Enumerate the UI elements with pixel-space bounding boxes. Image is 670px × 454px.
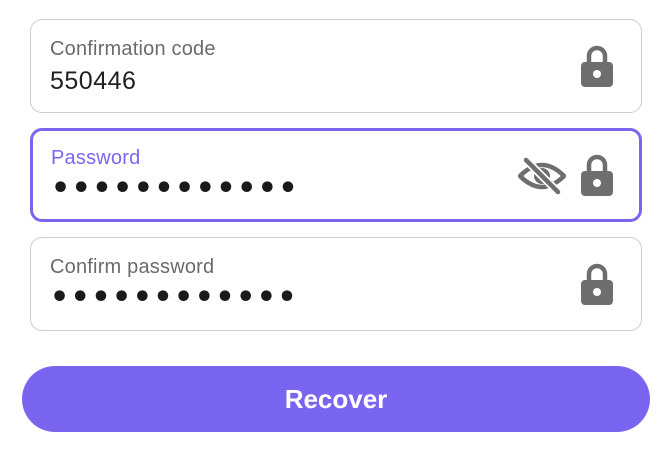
confirm-password-field[interactable]: Confirm password ••••••••••••	[30, 237, 642, 331]
confirmation-code-label: Confirmation code	[50, 38, 216, 60]
lock-icon	[581, 154, 613, 196]
password-field[interactable]: Password ••••••••••••	[30, 128, 642, 222]
recover-button[interactable]: Recover	[22, 366, 650, 432]
lock-icon	[581, 45, 613, 87]
password-recovery-form: Confirmation code 550446 Password ••••••…	[0, 0, 670, 454]
lock-icon	[581, 263, 613, 305]
confirm-password-input[interactable]: ••••••••••••	[50, 280, 298, 315]
eye-slash-icon[interactable]	[518, 156, 566, 196]
confirm-password-label: Confirm password	[50, 256, 215, 278]
confirmation-code-input[interactable]: 550446	[50, 67, 136, 96]
password-input[interactable]: ••••••••••••	[51, 171, 299, 206]
confirmation-code-field[interactable]: Confirmation code 550446	[30, 19, 642, 113]
password-label: Password	[51, 147, 141, 169]
